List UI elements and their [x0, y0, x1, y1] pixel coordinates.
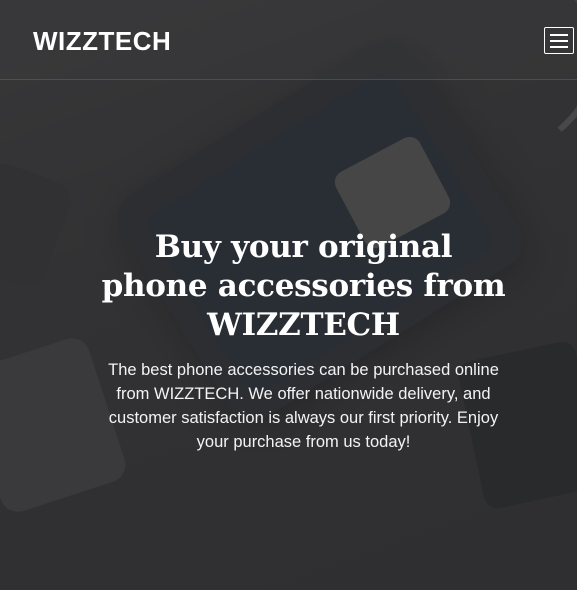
menu-toggle-button[interactable] — [544, 27, 574, 54]
hamburger-menu-icon — [550, 33, 568, 36]
hero-description: The best phone accessories can be purcha… — [108, 361, 499, 451]
hamburger-menu-icon-bar — [550, 45, 568, 48]
hamburger-menu-icon-bar — [550, 39, 568, 42]
brand-logo[interactable]: WIZZTECH — [33, 26, 171, 57]
hero-headline: Buy your original phone accessories from… — [101, 229, 506, 343]
hero-content: Buy your original phone accessories from… — [100, 228, 507, 454]
navbar: WIZZTECH — [0, 0, 577, 80]
